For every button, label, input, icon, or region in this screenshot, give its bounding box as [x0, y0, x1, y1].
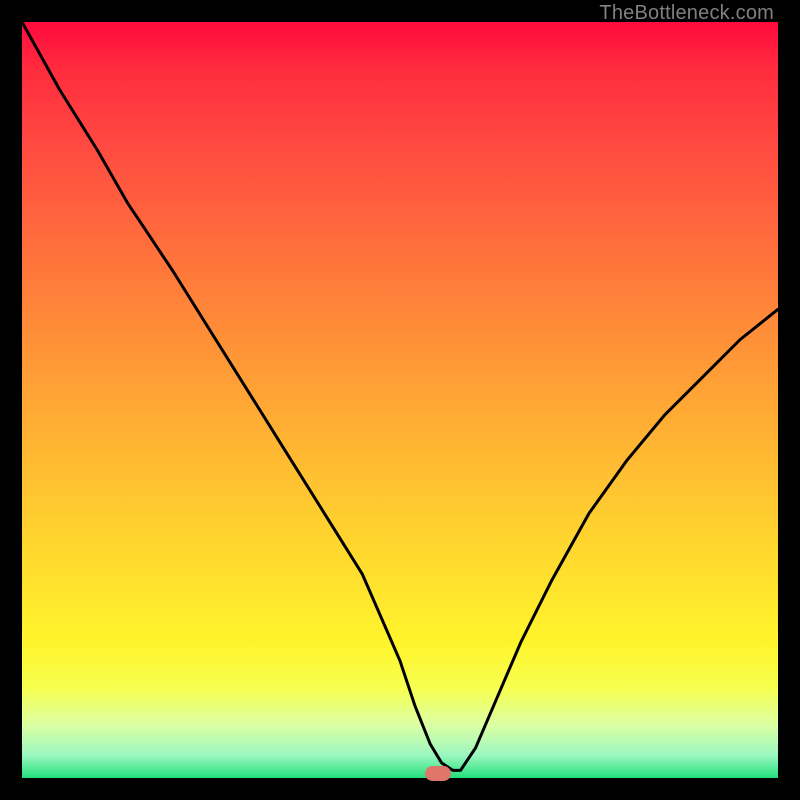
optimal-point-marker [425, 766, 451, 781]
bottleneck-curve-path [22, 22, 778, 770]
chart-container: TheBottleneck.com [0, 0, 800, 800]
bottleneck-curve-svg [0, 0, 800, 800]
